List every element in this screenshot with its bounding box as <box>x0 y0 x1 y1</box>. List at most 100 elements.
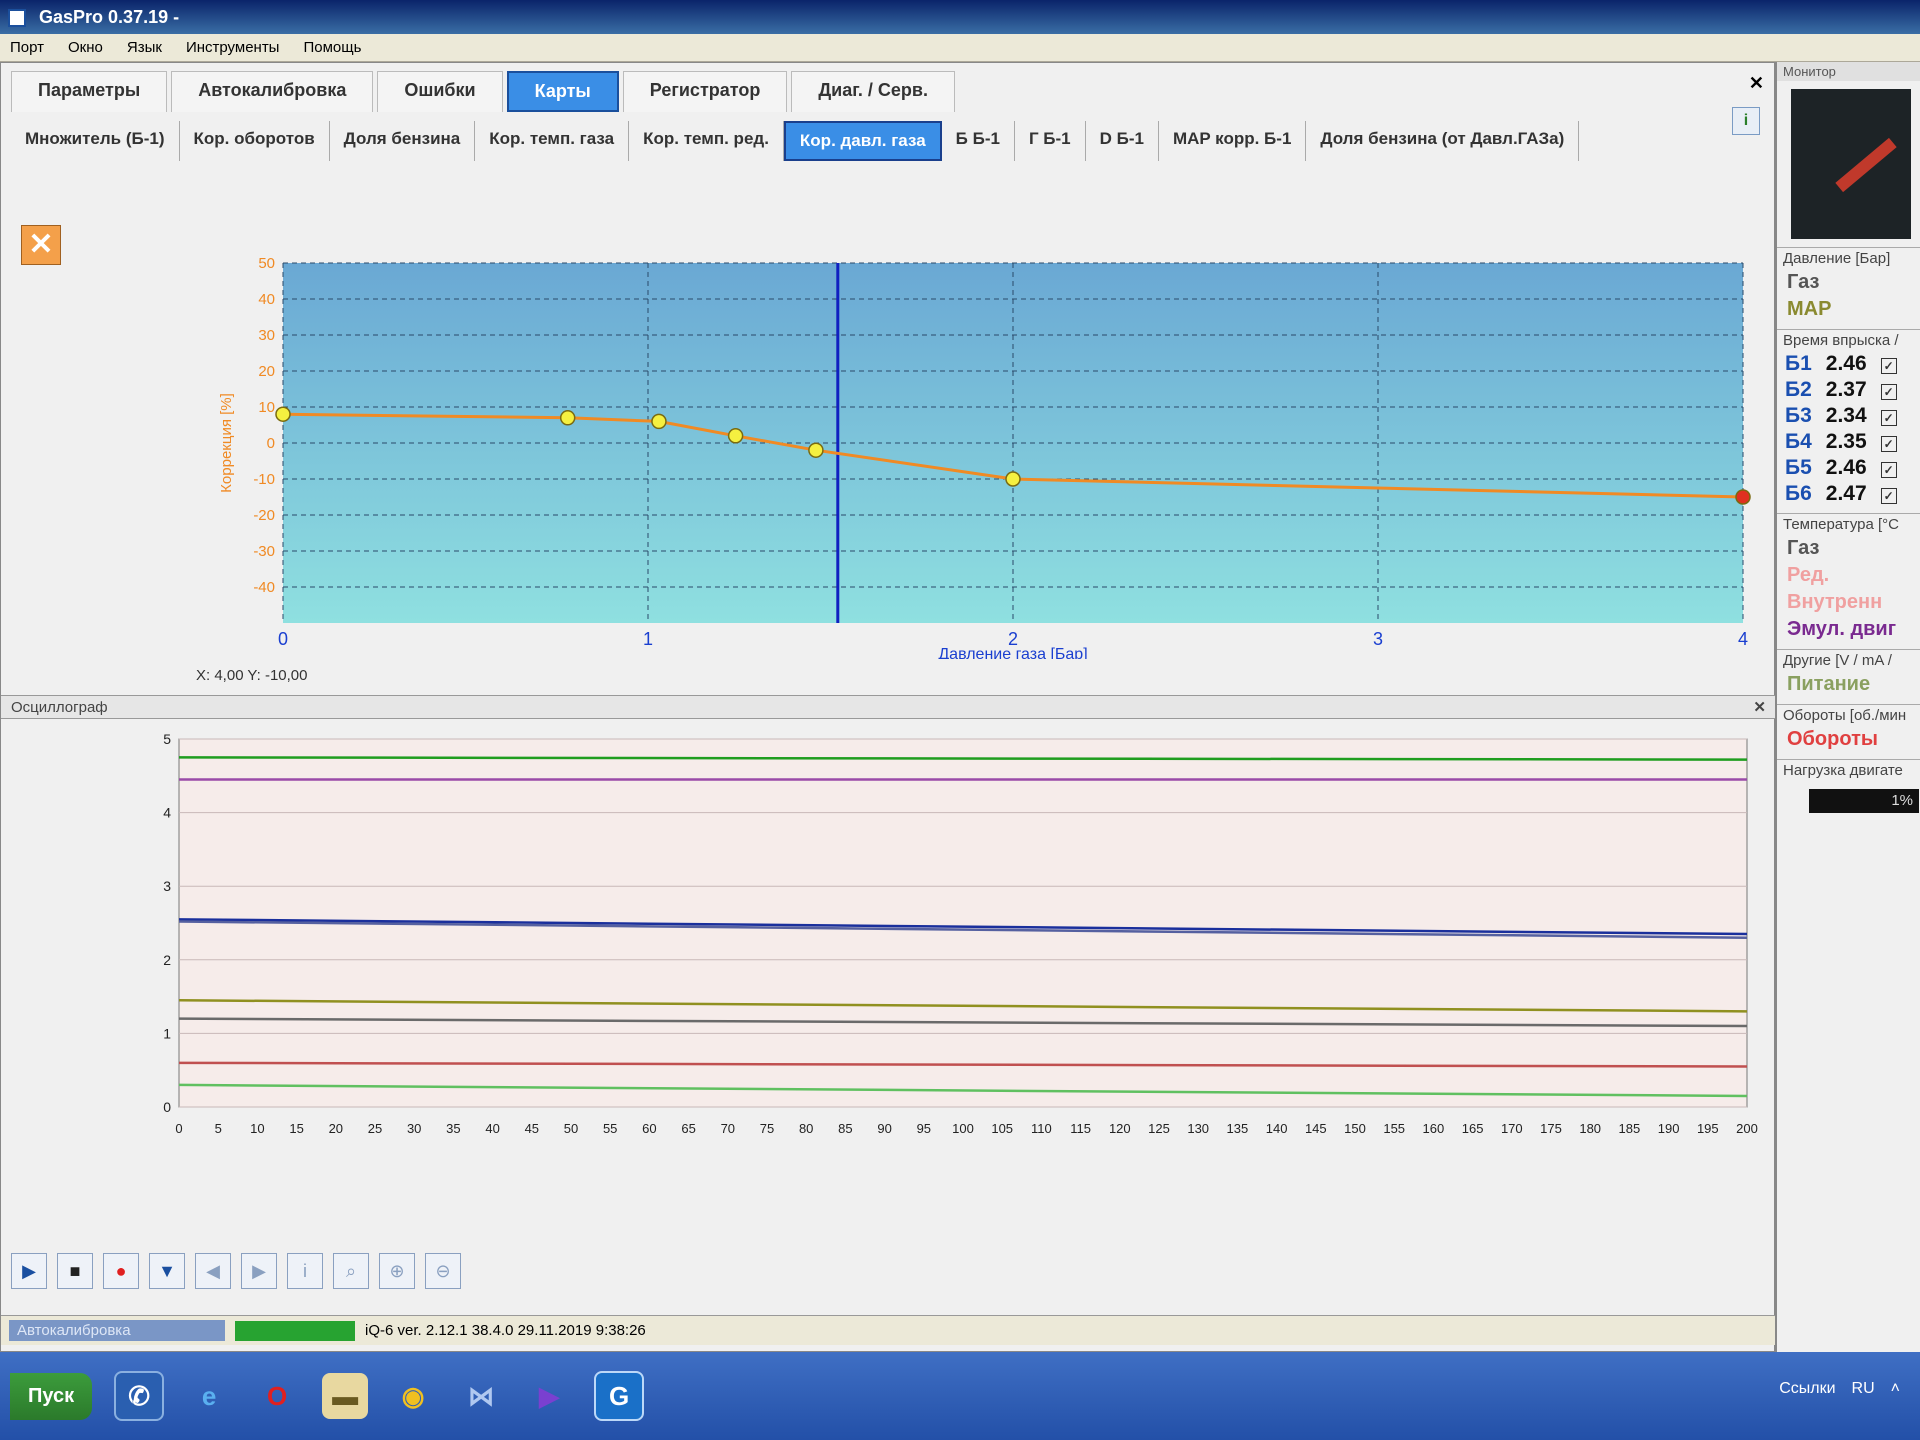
oscilloscope-title: Осциллограф <box>11 699 108 716</box>
links-label[interactable]: Ссылки <box>1779 1380 1835 1398</box>
tab-recorder[interactable]: Регистратор <box>622 71 788 112</box>
osc-y-tick-label: 0 <box>163 1099 171 1115</box>
tray-expand-icon[interactable]: ˄ <box>1891 1380 1900 1398</box>
help-icon[interactable]: i <box>1732 107 1760 135</box>
y-axis-label: Коррекция [%] <box>218 393 235 493</box>
power-supply: Питание <box>1787 673 1871 695</box>
injector-checkbox[interactable]: ✓ <box>1880 384 1897 400</box>
osc-x-tick-label: 45 <box>525 1121 539 1136</box>
delete-point-button[interactable]: ✕ <box>21 225 61 265</box>
correction-chart[interactable]: 50 40 30 20 10 0 -10 -20 -30 -40 01234 Коррекция … <box>61 213 1761 663</box>
opera-icon[interactable]: O <box>254 1373 300 1419</box>
tab-autocalibration[interactable]: Автокалибровка <box>171 71 374 112</box>
osc-x-tick-label: 10 <box>250 1121 264 1136</box>
chrome-icon[interactable]: ◉ <box>390 1373 436 1419</box>
tab-parameters[interactable]: Параметры <box>11 71 168 112</box>
filter-icon[interactable]: ▼ <box>149 1253 185 1289</box>
stop-icon[interactable]: ■ <box>57 1253 93 1289</box>
tab-maps[interactable]: Карты <box>506 71 619 112</box>
injector-row: Б1 2.46 ✓ <box>1777 351 1920 377</box>
menu-item-language[interactable]: Язык <box>127 39 162 56</box>
osc-x-tick-label: 115 <box>1070 1121 1091 1136</box>
curve-point[interactable] <box>727 428 744 444</box>
map-tab-rpm-correction[interactable]: Кор. оборотов <box>180 121 330 161</box>
play-icon[interactable]: ▶ <box>11 1253 47 1289</box>
map-tab-multiplier[interactable]: Множитель (Б-1) <box>11 121 180 161</box>
injector-checkbox[interactable]: ✓ <box>1880 462 1897 478</box>
map-tab-gas-temp-correction[interactable]: Кор. темп. газа <box>475 121 630 161</box>
menu-item-window[interactable]: Окно <box>68 39 103 56</box>
curve-point[interactable] <box>559 410 576 426</box>
zoom-icon[interactable]: ⌕ <box>333 1253 369 1289</box>
injector-checkbox[interactable]: ✓ <box>1880 358 1897 374</box>
map-tab-map-correction[interactable]: MAP корр. Б-1 <box>1159 121 1307 161</box>
map-tab-petrol-share[interactable]: Доля бензина <box>330 121 476 161</box>
minimized-window-autocalibration[interactable]: Автокалибровка <box>9 1320 225 1341</box>
injector-name: Б4 <box>1785 430 1812 453</box>
curve-point[interactable] <box>275 406 291 422</box>
osc-x-tick-label: 170 <box>1501 1121 1523 1136</box>
y-tick-label: 40 <box>258 291 275 308</box>
other-label: Другие [V / mA / <box>1777 649 1920 671</box>
y-tick-label: -10 <box>253 471 275 488</box>
close-icon[interactable]: ✕ <box>1749 73 1764 94</box>
map-tab-petrol-share-gas-pressure[interactable]: Доля бензина (от Давл.ГАЗа) <box>1306 121 1580 161</box>
bowtie-app-icon[interactable]: ⋈ <box>458 1373 504 1419</box>
selected-curve-point[interactable] <box>1735 489 1751 505</box>
osc-x-tick-label: 120 <box>1109 1121 1131 1136</box>
prev-icon[interactable]: ◀ <box>195 1253 231 1289</box>
y-tick-label: 50 <box>258 255 275 272</box>
osc-x-tick-label: 25 <box>368 1121 382 1136</box>
osc-x-tick-label: 190 <box>1658 1121 1680 1136</box>
map-tab-reducer-temp-correction[interactable]: Кор. темп. ред. <box>629 121 784 161</box>
menu-item-tools[interactable]: Инструменты <box>186 39 280 56</box>
zoom-in-icon[interactable]: ⊕ <box>379 1253 415 1289</box>
oscilloscope-svg[interactable]: 012345 0 5 10 15 20 25 30 35 40 45 50 55 60 65 70 75 80 8… <box>1 719 1776 1309</box>
map-tab-d-b1[interactable]: D Б-1 <box>1086 121 1159 161</box>
oscilloscope[interactable]: 012345 0 5 10 15 20 25 30 35 40 45 50 55 60 65 70 75 80 8… <box>1 719 1776 1309</box>
menu-item-help[interactable]: Помощь <box>303 39 361 56</box>
chart-svg[interactable]: 50403020100-10-20-30-40 01234 Коррекция … <box>61 213 1761 663</box>
y-tick-label: -30 <box>253 543 275 560</box>
gaspro-taskbar-icon[interactable]: G <box>594 1371 645 1421</box>
rpm-value: Обороты <box>1787 728 1878 750</box>
osc-x-tick-label: 130 <box>1187 1121 1209 1136</box>
language-indicator[interactable]: RU <box>1852 1380 1875 1398</box>
y-tick-label: -40 <box>253 579 275 596</box>
map-tab-b-b1[interactable]: Б Б-1 <box>942 121 1015 161</box>
coord-readout: X: 4,00 Y: -10,00 <box>196 667 308 684</box>
menu-item-port[interactable]: Порт <box>10 39 44 56</box>
osc-x-tick-label: 85 <box>838 1121 852 1136</box>
next-icon[interactable]: ▶ <box>241 1253 277 1289</box>
curve-point[interactable] <box>651 413 667 430</box>
close-icon[interactable]: ✕ <box>1753 696 1766 720</box>
map-tab-gas-pressure-correction[interactable]: Кор. давл. газа <box>783 121 942 161</box>
tab-errors[interactable]: Ошибки <box>377 71 503 112</box>
curve-point[interactable] <box>808 442 824 458</box>
zoom-out-icon[interactable]: ⊖ <box>425 1253 461 1289</box>
x-axis-label: Давление газа [Бар] <box>938 646 1087 659</box>
folder-icon[interactable]: ▬ <box>322 1373 369 1419</box>
curve-point[interactable] <box>1005 471 1021 487</box>
injector-name: Б1 <box>1785 352 1812 375</box>
osc-x-tick-label: 50 <box>564 1121 578 1136</box>
phone-icon[interactable]: ✆ <box>114 1371 165 1421</box>
map-tab-g-b1[interactable]: Г Б-1 <box>1015 121 1086 161</box>
media-player-icon[interactable]: ▶ <box>526 1373 572 1419</box>
injector-checkbox[interactable]: ✓ <box>1880 488 1897 504</box>
injector-checkbox[interactable]: ✓ <box>1880 436 1897 452</box>
internet-explorer-icon[interactable]: e <box>186 1373 232 1419</box>
y-tick-label: 0 <box>267 435 275 452</box>
injector-value: 2.46 <box>1825 456 1867 479</box>
main-panel: Параметры Автокалибровка Ошибки Карты Ре… <box>0 62 1776 1352</box>
x-tick-label: 3 <box>1373 629 1383 649</box>
osc-x-tick-label: 165 <box>1462 1121 1484 1136</box>
start-button[interactable]: Пуск <box>10 1372 93 1420</box>
tab-diag-service[interactable]: Диаг. / Серв. <box>791 71 955 112</box>
osc-x-tick-label: 160 <box>1423 1121 1445 1136</box>
status-bar: Автокалибровка iQ-6 ver. 2.12.1 38.4.0 2… <box>1 1315 1776 1345</box>
status-text: iQ-6 ver. 2.12.1 38.4.0 29.11.2019 9:38:… <box>365 1322 646 1339</box>
record-icon[interactable]: ● <box>103 1253 139 1289</box>
injector-checkbox[interactable]: ✓ <box>1880 410 1897 426</box>
info-icon[interactable]: i <box>287 1253 323 1289</box>
